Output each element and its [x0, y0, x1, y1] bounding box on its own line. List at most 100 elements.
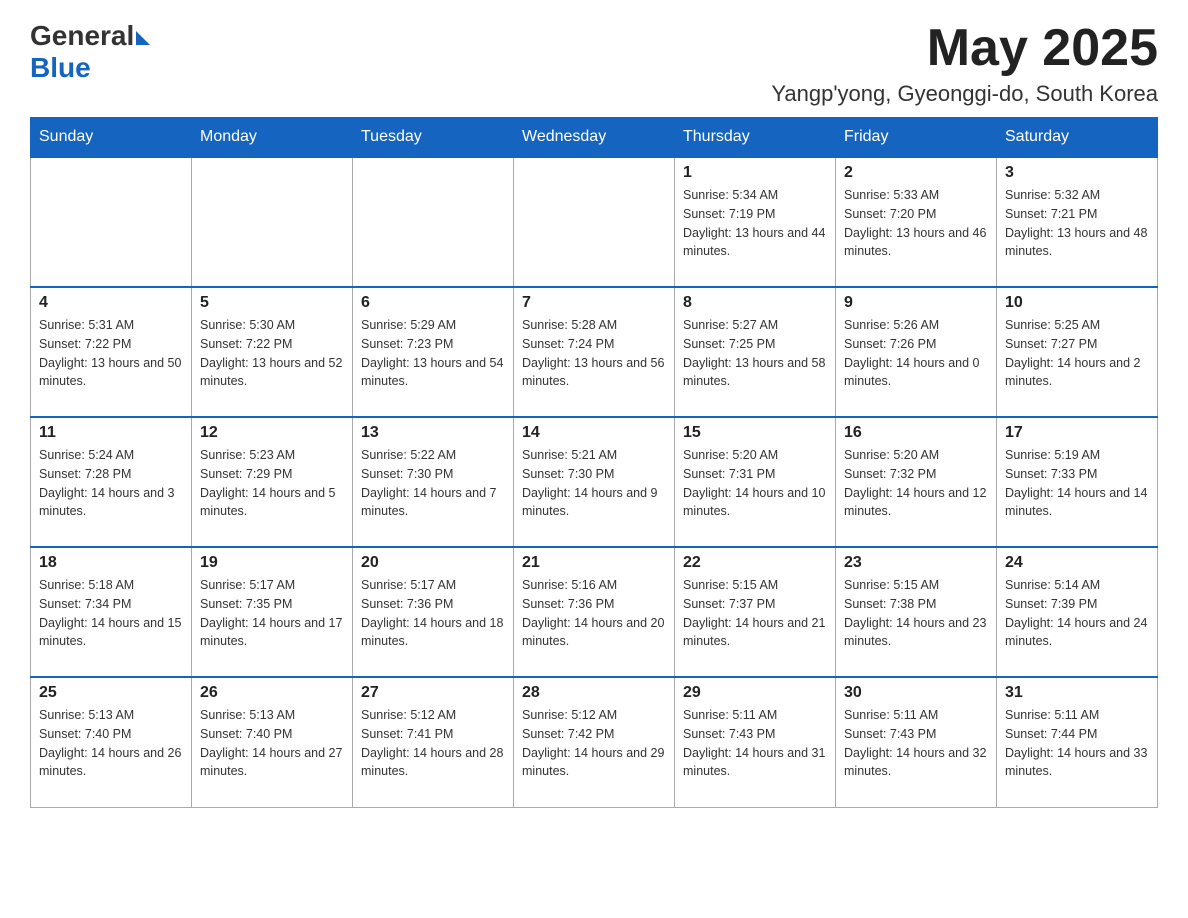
day-info: Sunrise: 5:16 AMSunset: 7:36 PMDaylight:… [522, 576, 666, 651]
col-friday: Friday [836, 118, 997, 158]
table-row: 15Sunrise: 5:20 AMSunset: 7:31 PMDayligh… [675, 417, 836, 547]
day-info: Sunrise: 5:20 AMSunset: 7:32 PMDaylight:… [844, 446, 988, 521]
table-row: 3 Sunrise: 5:32 AMSunset: 7:21 PMDaylight… [997, 157, 1158, 287]
table-row: 23Sunrise: 5:15 AMSunset: 7:38 PMDayligh… [836, 547, 997, 677]
day-number: 20 [361, 554, 505, 572]
table-row: 1Sunrise: 5:34 AMSunset: 7:19 PMDaylight… [675, 157, 836, 287]
table-row: 8 Sunrise: 5:27 AMSunset: 7:25 PMDaylight… [675, 287, 836, 417]
day-info: Sunrise: 5:33 AMSunset: 7:20 PMDaylight:… [844, 186, 988, 261]
table-row: 28 Sunrise: 5:12 AMSunset: 7:42 PMDayligh… [514, 677, 675, 807]
location-subtitle: Yangp'yong, Gyeonggi-do, South Korea [771, 81, 1158, 107]
table-row: 13Sunrise: 5:22 AMSunset: 7:30 PMDayligh… [353, 417, 514, 547]
table-row: 2 Sunrise: 5:33 AMSunset: 7:20 PMDaylight… [836, 157, 997, 287]
day-info: Sunrise: 5:23 AMSunset: 7:29 PMDaylight:… [200, 446, 344, 521]
day-number: 21 [522, 554, 666, 572]
day-number: 29 [683, 684, 827, 702]
col-sunday: Sunday [31, 118, 192, 158]
day-number: 22 [683, 554, 827, 572]
day-number: 26 [200, 684, 344, 702]
day-info: Sunrise: 5:31 AMSunset: 7:22 PMDaylight:… [39, 316, 183, 391]
day-number: 3 [1005, 164, 1149, 182]
table-row: 31 Sunrise: 5:11 AMSunset: 7:44 PMDayligh… [997, 677, 1158, 807]
col-tuesday: Tuesday [353, 118, 514, 158]
day-info: Sunrise: 5:34 AMSunset: 7:19 PMDaylight:… [683, 186, 827, 261]
table-row: 10 Sunrise: 5:25 AMSunset: 7:27 PMDayligh… [997, 287, 1158, 417]
day-number: 7 [522, 294, 666, 312]
day-number: 17 [1005, 424, 1149, 442]
col-saturday: Saturday [997, 118, 1158, 158]
table-row: 14 Sunrise: 5:21 AMSunset: 7:30 PMDayligh… [514, 417, 675, 547]
col-thursday: Thursday [675, 118, 836, 158]
day-number: 10 [1005, 294, 1149, 312]
day-number: 30 [844, 684, 988, 702]
day-info: Sunrise: 5:30 AMSunset: 7:22 PMDaylight:… [200, 316, 344, 391]
day-info: Sunrise: 5:19 AMSunset: 7:33 PMDaylight:… [1005, 446, 1149, 521]
day-number: 2 [844, 164, 988, 182]
table-row: 5 Sunrise: 5:30 AMSunset: 7:22 PMDaylight… [192, 287, 353, 417]
table-row: 6Sunrise: 5:29 AMSunset: 7:23 PMDaylight… [353, 287, 514, 417]
table-row: 22 Sunrise: 5:15 AMSunset: 7:37 PMDayligh… [675, 547, 836, 677]
table-row: 21 Sunrise: 5:16 AMSunset: 7:36 PMDayligh… [514, 547, 675, 677]
title-section: May 2025 Yangp'yong, Gyeonggi-do, South … [771, 20, 1158, 107]
month-year-title: May 2025 [771, 20, 1158, 77]
day-number: 23 [844, 554, 988, 572]
table-row [192, 157, 353, 287]
table-row: 7Sunrise: 5:28 AMSunset: 7:24 PMDaylight… [514, 287, 675, 417]
table-row [514, 157, 675, 287]
day-info: Sunrise: 5:21 AMSunset: 7:30 PMDaylight:… [522, 446, 666, 521]
day-info: Sunrise: 5:11 AMSunset: 7:43 PMDaylight:… [844, 706, 988, 781]
day-info: Sunrise: 5:13 AMSunset: 7:40 PMDaylight:… [200, 706, 344, 781]
day-number: 4 [39, 294, 183, 312]
table-row: 4 Sunrise: 5:31 AMSunset: 7:22 PMDaylight… [31, 287, 192, 417]
table-row: 18 Sunrise: 5:18 AMSunset: 7:34 PMDayligh… [31, 547, 192, 677]
day-number: 24 [1005, 554, 1149, 572]
day-info: Sunrise: 5:24 AMSunset: 7:28 PMDaylight:… [39, 446, 183, 521]
table-row: 25 Sunrise: 5:13 AMSunset: 7:40 PMDayligh… [31, 677, 192, 807]
day-number: 14 [522, 424, 666, 442]
day-info: Sunrise: 5:13 AMSunset: 7:40 PMDaylight:… [39, 706, 183, 781]
day-info: Sunrise: 5:26 AMSunset: 7:26 PMDaylight:… [844, 316, 988, 391]
table-row: 30 Sunrise: 5:11 AMSunset: 7:43 PMDayligh… [836, 677, 997, 807]
table-row: 20Sunrise: 5:17 AMSunset: 7:36 PMDayligh… [353, 547, 514, 677]
calendar-week-row: 11Sunrise: 5:24 AMSunset: 7:28 PMDayligh… [31, 417, 1158, 547]
table-row: 27 Sunrise: 5:12 AMSunset: 7:41 PMDayligh… [353, 677, 514, 807]
day-info: Sunrise: 5:15 AMSunset: 7:37 PMDaylight:… [683, 576, 827, 651]
calendar-table: Sunday Monday Tuesday Wednesday Thursday… [30, 117, 1158, 808]
day-info: Sunrise: 5:12 AMSunset: 7:42 PMDaylight:… [522, 706, 666, 781]
day-number: 12 [200, 424, 344, 442]
logo-triangle-icon [136, 31, 150, 45]
logo-blue-text: Blue [30, 52, 91, 84]
day-number: 16 [844, 424, 988, 442]
day-number: 8 [683, 294, 827, 312]
col-wednesday: Wednesday [514, 118, 675, 158]
day-number: 25 [39, 684, 183, 702]
day-info: Sunrise: 5:11 AMSunset: 7:44 PMDaylight:… [1005, 706, 1149, 781]
day-number: 31 [1005, 684, 1149, 702]
day-info: Sunrise: 5:17 AMSunset: 7:35 PMDaylight:… [200, 576, 344, 651]
page-header: General Blue May 2025 Yangp'yong, Gyeong… [30, 20, 1158, 107]
day-number: 18 [39, 554, 183, 572]
calendar-header-row: Sunday Monday Tuesday Wednesday Thursday… [31, 118, 1158, 158]
table-row: 9 Sunrise: 5:26 AMSunset: 7:26 PMDaylight… [836, 287, 997, 417]
day-number: 28 [522, 684, 666, 702]
day-number: 5 [200, 294, 344, 312]
day-info: Sunrise: 5:20 AMSunset: 7:31 PMDaylight:… [683, 446, 827, 521]
day-number: 9 [844, 294, 988, 312]
day-info: Sunrise: 5:27 AMSunset: 7:25 PMDaylight:… [683, 316, 827, 391]
table-row [353, 157, 514, 287]
calendar-week-row: 1Sunrise: 5:34 AMSunset: 7:19 PMDaylight… [31, 157, 1158, 287]
table-row: 12 Sunrise: 5:23 AMSunset: 7:29 PMDayligh… [192, 417, 353, 547]
day-number: 13 [361, 424, 505, 442]
day-number: 27 [361, 684, 505, 702]
day-info: Sunrise: 5:32 AMSunset: 7:21 PMDaylight:… [1005, 186, 1149, 261]
calendar-week-row: 18 Sunrise: 5:18 AMSunset: 7:34 PMDayligh… [31, 547, 1158, 677]
calendar-week-row: 25 Sunrise: 5:13 AMSunset: 7:40 PMDayligh… [31, 677, 1158, 807]
logo-general-text: General [30, 20, 134, 52]
day-info: Sunrise: 5:18 AMSunset: 7:34 PMDaylight:… [39, 576, 183, 651]
day-info: Sunrise: 5:29 AMSunset: 7:23 PMDaylight:… [361, 316, 505, 391]
day-info: Sunrise: 5:12 AMSunset: 7:41 PMDaylight:… [361, 706, 505, 781]
day-info: Sunrise: 5:25 AMSunset: 7:27 PMDaylight:… [1005, 316, 1149, 391]
calendar-week-row: 4 Sunrise: 5:31 AMSunset: 7:22 PMDaylight… [31, 287, 1158, 417]
day-info: Sunrise: 5:11 AMSunset: 7:43 PMDaylight:… [683, 706, 827, 781]
table-row: 17 Sunrise: 5:19 AMSunset: 7:33 PMDayligh… [997, 417, 1158, 547]
